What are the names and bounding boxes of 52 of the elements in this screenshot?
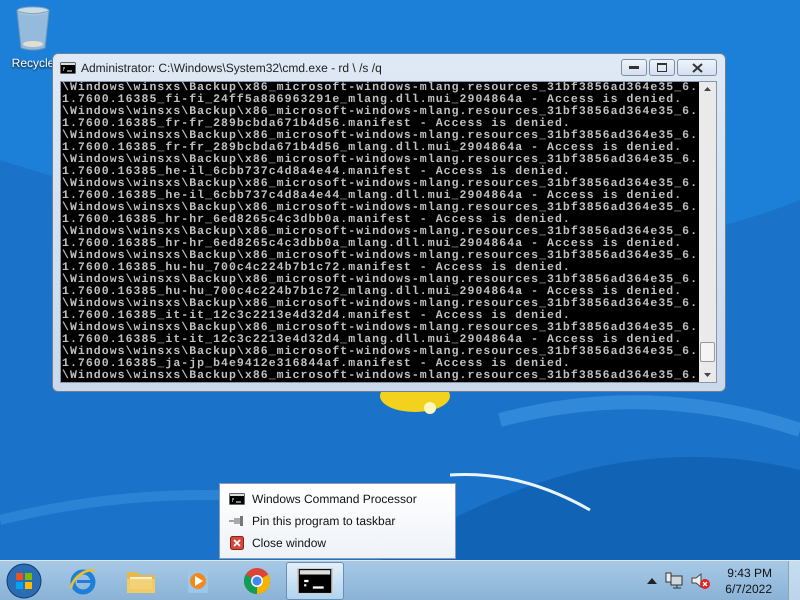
console-line: \Windows\winsxs\Backup\x86_microsoft-windows-mlang.resources_31bf3856ad364e35_6. bbox=[62, 154, 699, 166]
console-line: \Windows\winsxs\Backup\x86_microsoft-windows-mlang.resources_31bf3856ad364e35_6. bbox=[62, 202, 699, 214]
chrome-icon bbox=[242, 566, 272, 596]
console-line: \Windows\winsxs\Backup\x86_microsoft-windows-mlang.resources_31bf3856ad364e35_6. bbox=[62, 346, 699, 358]
pin-icon bbox=[229, 516, 245, 526]
console-line: \Windows\winsxs\Backup\x86_microsoft-windows-mlang.resources_31bf3856ad364e35_6. bbox=[62, 274, 699, 286]
close-icon bbox=[229, 536, 245, 550]
taskbar-button[interactable] bbox=[286, 562, 344, 600]
console-line: 1.7600.16385_hu-hu_700c4c224b7b1c72_mlang.dll.mui_2904864a - Access is denied. bbox=[62, 286, 682, 298]
muted-speaker-icon[interactable] bbox=[691, 572, 712, 590]
maximize-icon bbox=[657, 63, 667, 72]
console-line: 1.7600.16385_he-il_6cbb737c4d8a4e44.manifest - Access is denied. bbox=[62, 166, 571, 178]
console-line: 1.7600.16385_it-it_12c3c2213e4d32d4_mlang.dll.mui_2904864a - Access is denied. bbox=[62, 334, 682, 346]
window-title: Administrator: C:\Windows\System32\cmd.exe - rd \ /s /q bbox=[81, 60, 383, 74]
console-line: 1.7600.16385_hu-hu_700c4c224b7b1c72.manifest - Access is denied. bbox=[62, 262, 571, 274]
console-line: 1.7600.16385_he-il_6cbb737c4d8a4e44_mlang.dll.mui_2904864a - Access is denied. bbox=[62, 190, 682, 202]
close-icon bbox=[692, 62, 702, 72]
clock-date[interactable]: 6/7/2022 bbox=[725, 580, 772, 596]
console-line: \Windows\winsxs\Backup\x86_microsoft-windows-mlang.resources_31bf3856ad364e35_6. bbox=[62, 250, 699, 262]
scroll-thumb[interactable] bbox=[700, 342, 715, 362]
console-line: 1.7600.16385_hr-hr_6ed8265c4c3dbb0a.manifest - Access is denied. bbox=[62, 214, 571, 226]
console-line: 1.7600.16385_hr-hr_6ed8265c4c3dbb0a_mlang.dll.mui_2904864a - Access is denied. bbox=[62, 238, 682, 250]
console-line: \Windows\winsxs\Backup\x86_microsoft-windows-mlang.resources_31bf3856ad364e35_6. bbox=[62, 178, 699, 190]
console-line: \Windows\winsxs\Backup\x86_microsoft-windows-mlang.resources_31bf3856ad364e35_6. bbox=[62, 226, 699, 238]
maximize-button[interactable] bbox=[649, 59, 675, 76]
show-hidden-icons-icon[interactable] bbox=[647, 578, 658, 584]
console-line: \Windows\winsxs\Backup\x86_microsoft-windows-mlang.resources_31bf3856ad364e35_6. bbox=[62, 298, 699, 310]
console-line: \Windows\winsxs\Backup\x86_microsoft-windows-mlang.resources_31bf3856ad364e35_6. bbox=[62, 106, 699, 118]
console-line: 1.7600.16385_fi-fi_24ff5a886963291e_mlang.dll.mui_2904864a - Access is denied. bbox=[62, 94, 682, 106]
clock-time[interactable]: 9:43 PM bbox=[727, 564, 772, 580]
console-line: 1.7600.16385_fr-fr_289bcbda671b4d56.manifest - Access is denied. bbox=[62, 118, 571, 130]
console-line: 1.7600.16385_it-it_12c3c2213e4d32d4.manifest - Access is denied. bbox=[62, 310, 571, 322]
console-line: \Windows\winsxs\Backup\x86_microsoft-windows-mlang.resources_31bf3856ad364e35_6. bbox=[62, 130, 699, 142]
network-icon[interactable] bbox=[665, 572, 684, 590]
menu-item[interactable]: Windows Command Processor bbox=[229, 488, 455, 510]
recycle-bin-icon[interactable] bbox=[15, 6, 51, 52]
menu-item[interactable]: Close window bbox=[229, 532, 455, 554]
close-button[interactable] bbox=[677, 59, 717, 76]
console-line: \Windows\winsxs\Backup\x86_microsoft-windows-mlang.resources_31bf3856ad364e35_6. bbox=[62, 322, 699, 334]
start-button[interactable] bbox=[4, 562, 44, 600]
console-line: \Windows\winsxs\Backup\x86_microsoft-windows-mlang.resources_31bf3856ad364e35_6. bbox=[62, 370, 699, 382]
console-line: \Windows\winsxs\Backup\x86_microsoft-windows-mlang.resources_31bf3856ad364e35_6. bbox=[62, 82, 699, 94]
console-icon bbox=[297, 568, 333, 594]
scrollbar[interactable] bbox=[699, 82, 716, 382]
console-icon bbox=[60, 62, 76, 74]
menu-item[interactable]: Pin this program to taskbar bbox=[229, 510, 455, 532]
console-icon bbox=[229, 493, 245, 505]
minimize-button[interactable] bbox=[621, 59, 647, 76]
desktop-icon-label: Recycle bbox=[12, 56, 54, 70]
minimize-icon bbox=[629, 66, 639, 70]
console-line: 1.7600.16385_fr-fr_289bcbda671b4d56_mlang.dll.mui_2904864a - Access is denied. bbox=[62, 142, 682, 154]
console-line: 1.7600.16385_ja-jp_b4e9412e316844af.manifest - Access is denied. bbox=[62, 358, 571, 370]
